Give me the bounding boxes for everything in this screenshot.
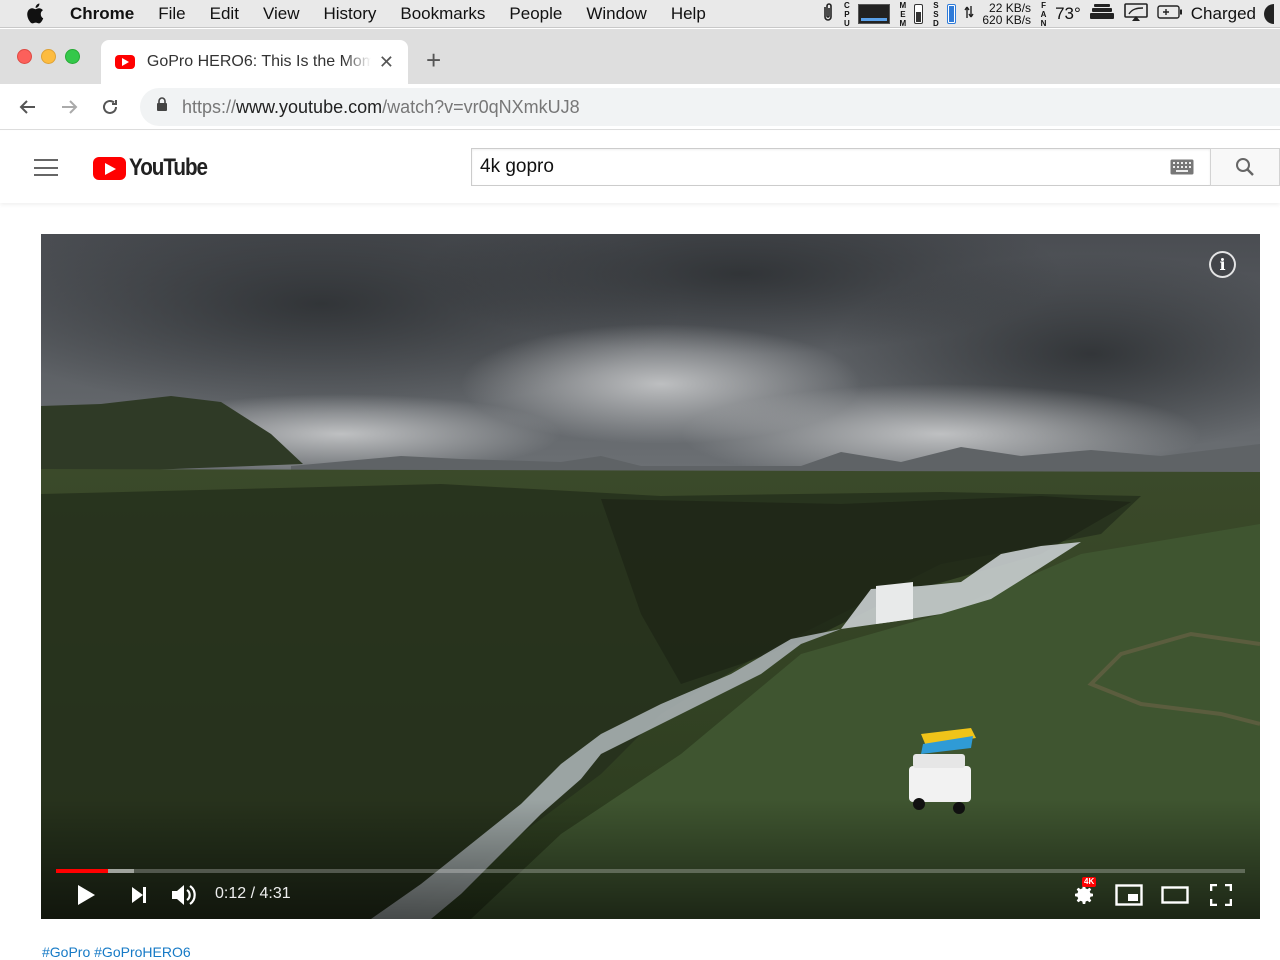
fan-label: FAN <box>1039 0 1049 28</box>
time-display: 0:12 / 4:31 <box>215 885 291 903</box>
window-controls <box>17 49 80 64</box>
mute-button[interactable] <box>169 879 199 911</box>
reload-button[interactable] <box>97 94 123 120</box>
stacks-icon[interactable] <box>1089 3 1115 26</box>
tab-youtube-video[interactable]: GoPro HERO6: This Is the Moment in 4K ✕ <box>101 40 408 84</box>
video-hashtags[interactable]: #GoPro #GoProHERO6 <box>42 944 191 960</box>
menu-window[interactable]: Window <box>574 0 658 28</box>
cpu-meter[interactable] <box>858 4 891 24</box>
network-download: 620 KB/s <box>982 13 1032 27</box>
menu-view[interactable]: View <box>251 0 312 28</box>
next-button[interactable] <box>125 879 153 911</box>
skip-next-icon <box>132 887 146 903</box>
miniplayer-button[interactable] <box>1113 879 1145 911</box>
time-total: 4:31 <box>259 885 291 902</box>
miniplayer-icon <box>1115 884 1143 906</box>
reload-icon <box>103 99 117 114</box>
menu-people[interactable]: People <box>497 0 574 28</box>
menu-file[interactable]: File <box>146 0 197 28</box>
search-input[interactable] <box>480 156 1140 178</box>
settings-button[interactable]: 4K <box>1068 877 1100 911</box>
tab-title: GoPro HERO6: This Is the Moment in 4K <box>146 53 371 70</box>
back-arrow-icon <box>19 100 35 114</box>
guide-menu-icon[interactable] <box>34 159 58 176</box>
clock-icon[interactable] <box>1264 4 1274 24</box>
network-arrows-icon <box>964 4 974 25</box>
lock-icon[interactable] <box>156 97 168 117</box>
cpu-label: CPU <box>842 0 852 28</box>
url-text: https://www.youtube.com/watch?v=vr0qNXmk… <box>182 97 580 118</box>
memory-meter[interactable] <box>914 4 924 24</box>
menu-bar-status-area: CPU MEM SSD 22 KB/s 620 KB/s FAN 73° Cha… <box>822 0 1280 28</box>
player-controls: 0:12 / 4:31 4K <box>41 871 1260 919</box>
zoom-window-button[interactable] <box>65 49 80 64</box>
menu-help[interactable]: Help <box>659 0 718 28</box>
url-scheme: https:// <box>182 96 237 117</box>
macos-menu-bar: Chrome File Edit View History Bookmarks … <box>0 0 1280 28</box>
fullscreen-button[interactable] <box>1205 879 1237 911</box>
tab-close-icon[interactable]: ✕ <box>379 52 394 73</box>
new-tab-button[interactable]: + <box>426 45 441 75</box>
video-player[interactable]: i 0:12 / 4:31 4K <box>41 234 1260 919</box>
ssd-meter[interactable] <box>947 4 957 24</box>
apple-menu-icon[interactable] <box>0 3 70 24</box>
mem-label-text: MEM <box>898 0 908 28</box>
search-box <box>471 148 1211 186</box>
temperature-readout[interactable]: 73° <box>1055 4 1081 24</box>
theater-mode-button[interactable] <box>1159 879 1191 911</box>
time-separator: / <box>246 885 260 902</box>
menu-app-chrome[interactable]: Chrome <box>70 0 146 28</box>
battery-icon[interactable] <box>1157 4 1183 24</box>
youtube-header: YouTube <box>0 131 1280 203</box>
search-icon <box>1236 158 1254 176</box>
menu-bookmarks[interactable]: Bookmarks <box>388 0 497 28</box>
ssd-label: SSD <box>931 0 941 28</box>
play-button[interactable] <box>71 879 101 911</box>
browser-toolbar: https://www.youtube.com/watch?v=vr0qNXmk… <box>0 84 1280 130</box>
youtube-favicon-icon <box>115 55 135 69</box>
fullscreen-icon <box>1210 884 1232 906</box>
forward-arrow-icon <box>62 100 78 114</box>
minimize-window-button[interactable] <box>41 49 56 64</box>
menu-history[interactable]: History <box>311 0 388 28</box>
quality-badge: 4K <box>1082 877 1097 887</box>
info-card-button[interactable]: i <box>1209 251 1236 278</box>
theater-mode-icon <box>1161 886 1189 904</box>
play-icon <box>78 885 95 905</box>
mem-label: MEM <box>898 0 908 28</box>
battery-status[interactable]: Charged <box>1191 4 1256 24</box>
paperclip-icon[interactable] <box>822 2 834 27</box>
display-mirroring-icon[interactable] <box>1123 2 1149 27</box>
fan-label-text: FAN <box>1039 0 1049 28</box>
network-speed[interactable]: 22 KB/s 620 KB/s <box>982 2 1031 26</box>
ssd-label-text: SSD <box>931 0 941 28</box>
browser-tab-strip: GoPro HERO6: This Is the Moment in 4K ✕ … <box>0 29 1280 84</box>
keyboard-icon[interactable] <box>1170 159 1194 180</box>
url-host: www.youtube.com <box>236 96 383 117</box>
back-button[interactable] <box>15 94 41 120</box>
volume-icon <box>172 885 196 905</box>
address-bar[interactable]: https://www.youtube.com/watch?v=vr0qNXmk… <box>140 88 1280 126</box>
youtube-play-logo-icon <box>93 156 126 180</box>
time-current: 0:12 <box>215 885 247 902</box>
youtube-logo[interactable]: YouTube <box>93 154 220 182</box>
youtube-wordmark: YouTube <box>129 154 208 181</box>
search-button[interactable] <box>1210 148 1280 186</box>
cpu-label-text: CPU <box>842 0 852 28</box>
url-path: /watch?v=vr0qNXmkUJ8 <box>382 96 580 117</box>
menu-edit[interactable]: Edit <box>198 0 251 28</box>
close-window-button[interactable] <box>17 49 32 64</box>
forward-button[interactable] <box>56 94 82 120</box>
